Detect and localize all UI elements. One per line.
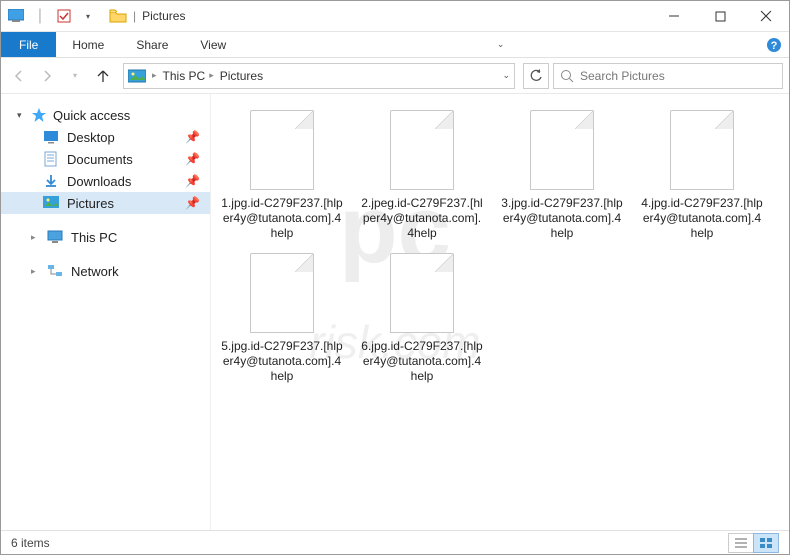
tab-home[interactable]: Home bbox=[56, 32, 120, 57]
documents-icon bbox=[43, 151, 59, 167]
quick-access-toolbar: | ▾ bbox=[1, 5, 103, 27]
address-bar[interactable]: ▸ This PC▸ Pictures ⌄ bbox=[123, 63, 515, 89]
file-item[interactable]: 4.jpg.id-C279F237.[hlper4y@tutanota.com]… bbox=[641, 110, 763, 241]
title-bar: | ▾ | Pictures bbox=[1, 1, 789, 32]
file-name: 5.jpg.id-C279F237.[hlper4y@tutanota.com]… bbox=[221, 339, 343, 384]
crumb-this-pc[interactable]: This PC▸ bbox=[163, 69, 214, 83]
pc-icon bbox=[47, 229, 63, 245]
file-item[interactable]: 6.jpg.id-C279F237.[hlper4y@tutanota.com]… bbox=[361, 253, 483, 384]
nav-pane[interactable]: ▾ Quick access Desktop📌Documents📌Downloa… bbox=[1, 94, 211, 530]
sidebar-this-pc[interactable]: ▸ This PC bbox=[1, 226, 210, 248]
pin-icon: 📌 bbox=[185, 152, 200, 166]
star-icon bbox=[31, 107, 47, 123]
sidebar-item-label: Desktop bbox=[67, 130, 115, 145]
status-bar: 6 items bbox=[1, 530, 789, 554]
minimize-button[interactable] bbox=[651, 1, 697, 31]
file-item[interactable]: 3.jpg.id-C279F237.[hlper4y@tutanota.com]… bbox=[501, 110, 623, 241]
chevron-down-icon: ▾ bbox=[17, 110, 25, 121]
qat-separator: | bbox=[29, 5, 51, 27]
file-icon bbox=[530, 110, 594, 190]
sidebar-item-label: Downloads bbox=[67, 174, 131, 189]
sidebar-item-desktop[interactable]: Desktop 📌 bbox=[1, 126, 210, 148]
chevron-right-icon[interactable]: ▸ bbox=[209, 70, 214, 81]
explorer-window: pcrisk.com | ▾ | Pictures File Home Shar… bbox=[0, 0, 790, 555]
file-item[interactable]: 5.jpg.id-C279F237.[hlper4y@tutanota.com]… bbox=[221, 253, 343, 384]
body: ▾ Quick access Desktop📌Documents📌Downloa… bbox=[1, 94, 789, 530]
back-button[interactable] bbox=[7, 64, 31, 88]
quick-access-header[interactable]: ▾ Quick access bbox=[1, 104, 210, 126]
file-icon bbox=[250, 110, 314, 190]
file-name: 1.jpg.id-C279F237.[hlper4y@tutanota.com]… bbox=[221, 196, 343, 241]
window-controls bbox=[651, 1, 789, 31]
file-icon bbox=[250, 253, 314, 333]
file-list[interactable]: 1.jpg.id-C279F237.[hlper4y@tutanota.com]… bbox=[211, 94, 789, 530]
crumb-pictures[interactable]: Pictures bbox=[220, 69, 263, 83]
file-icon bbox=[670, 110, 734, 190]
address-dropdown-icon[interactable]: ⌄ bbox=[502, 70, 510, 81]
details-view-button[interactable] bbox=[728, 533, 754, 553]
sidebar-item-label: Pictures bbox=[67, 196, 114, 211]
file-tab[interactable]: File bbox=[1, 32, 56, 57]
window-title: Pictures bbox=[142, 9, 185, 23]
pictures-icon bbox=[43, 195, 59, 211]
sidebar-item-downloads[interactable]: Downloads 📌 bbox=[1, 170, 210, 192]
file-name: 2.jpeg.id-C279F237.[hlper4y@tutanota.com… bbox=[361, 196, 483, 241]
sidebar-network[interactable]: ▸ Network bbox=[1, 260, 210, 282]
up-button[interactable] bbox=[91, 64, 115, 88]
item-count: 6 items bbox=[11, 536, 50, 550]
pin-icon: 📌 bbox=[185, 130, 200, 144]
maximize-button[interactable] bbox=[697, 1, 743, 31]
qat-dropdown-icon[interactable]: ▾ bbox=[77, 5, 99, 27]
file-name: 6.jpg.id-C279F237.[hlper4y@tutanota.com]… bbox=[361, 339, 483, 384]
ribbon: File Home Share View ⌄ ? bbox=[1, 32, 789, 58]
ribbon-expand-icon[interactable]: ⌄ bbox=[489, 32, 513, 57]
large-icons-view-button[interactable] bbox=[753, 533, 779, 553]
svg-text:?: ? bbox=[771, 40, 778, 52]
forward-button[interactable] bbox=[35, 64, 59, 88]
properties-icon[interactable] bbox=[53, 5, 75, 27]
search-placeholder: Search Pictures bbox=[580, 69, 665, 83]
app-icon[interactable] bbox=[5, 5, 27, 27]
pictures-icon bbox=[128, 69, 146, 83]
tab-view[interactable]: View bbox=[184, 32, 242, 57]
pin-icon: 📌 bbox=[185, 174, 200, 188]
help-button[interactable]: ? bbox=[759, 32, 789, 57]
sidebar-item-documents[interactable]: Documents 📌 bbox=[1, 148, 210, 170]
nav-bar: ▾ ▸ This PC▸ Pictures ⌄ Search Pictures bbox=[1, 58, 789, 94]
title-separator: | bbox=[133, 9, 136, 23]
file-name: 4.jpg.id-C279F237.[hlper4y@tutanota.com]… bbox=[641, 196, 763, 241]
file-icon bbox=[390, 110, 454, 190]
chevron-right-icon[interactable]: ▸ bbox=[152, 70, 157, 81]
refresh-button[interactable] bbox=[523, 63, 549, 89]
file-item[interactable]: 1.jpg.id-C279F237.[hlper4y@tutanota.com]… bbox=[221, 110, 343, 241]
file-item[interactable]: 2.jpeg.id-C279F237.[hlper4y@tutanota.com… bbox=[361, 110, 483, 241]
recent-dropdown-icon[interactable]: ▾ bbox=[63, 64, 87, 88]
sidebar-item-pictures[interactable]: Pictures 📌 bbox=[1, 192, 210, 214]
close-button[interactable] bbox=[743, 1, 789, 31]
sidebar-item-label: Documents bbox=[67, 152, 133, 167]
chevron-right-icon: ▸ bbox=[31, 266, 39, 277]
search-box[interactable]: Search Pictures bbox=[553, 63, 783, 89]
file-icon bbox=[390, 253, 454, 333]
desktop-icon bbox=[43, 129, 59, 145]
downloads-icon bbox=[43, 173, 59, 189]
chevron-right-icon: ▸ bbox=[31, 232, 39, 243]
folder-icon: | Pictures bbox=[109, 9, 185, 23]
search-icon bbox=[560, 69, 574, 83]
tab-share[interactable]: Share bbox=[120, 32, 184, 57]
pin-icon: 📌 bbox=[185, 196, 200, 210]
file-name: 3.jpg.id-C279F237.[hlper4y@tutanota.com]… bbox=[501, 196, 623, 241]
network-icon bbox=[47, 263, 63, 279]
